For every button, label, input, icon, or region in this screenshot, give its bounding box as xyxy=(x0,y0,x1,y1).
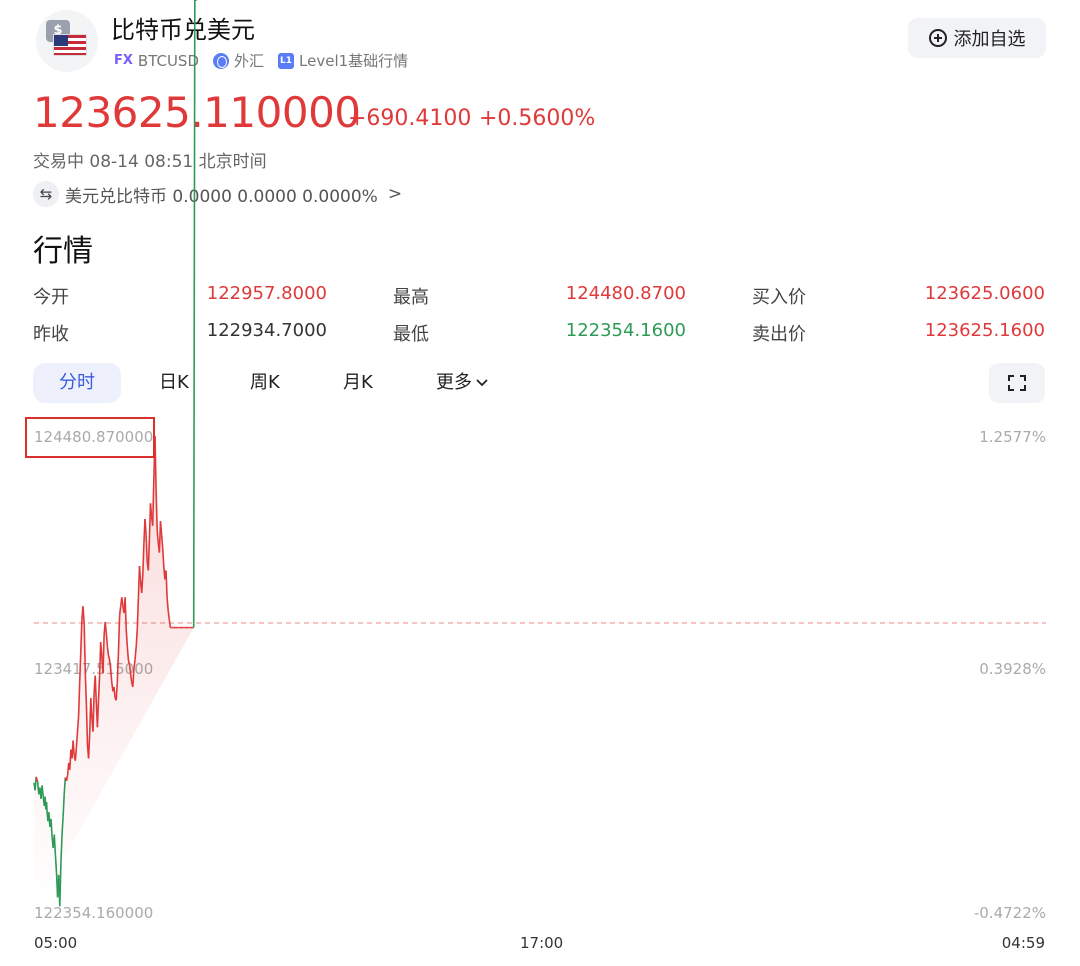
price-line-segment xyxy=(140,574,144,593)
price-line-segment xyxy=(92,693,95,732)
price-line-segment xyxy=(104,621,108,634)
price-line-segment xyxy=(97,675,101,701)
price-area-fill xyxy=(34,436,194,912)
price-line-segment xyxy=(102,635,105,674)
price-line-segment xyxy=(75,731,79,748)
price-line-segment xyxy=(78,651,82,683)
price-line-segment xyxy=(126,646,130,661)
price-line-segment xyxy=(138,565,142,582)
price-line-segment xyxy=(76,715,80,732)
price-line-segment xyxy=(61,816,64,835)
price-line-segment xyxy=(161,548,165,567)
price-line-segment xyxy=(54,854,58,873)
price-line-segment xyxy=(84,673,88,705)
price-line-segment xyxy=(128,664,132,674)
price-line-segment xyxy=(41,785,44,797)
price-line-segment xyxy=(109,668,113,683)
price-line-segment xyxy=(59,863,62,907)
price-line-segment xyxy=(144,518,147,535)
price-line-segment xyxy=(87,733,91,759)
price-line-segment xyxy=(72,740,75,756)
price-line-segment xyxy=(63,777,67,795)
price-line-segment xyxy=(160,534,164,549)
max-value-highlight xyxy=(25,417,155,458)
price-line-segment xyxy=(149,503,153,517)
price-line-segment xyxy=(129,673,133,683)
price-line-segment xyxy=(90,698,93,719)
price-line-segment xyxy=(113,686,116,699)
price-line-segment xyxy=(127,659,131,665)
price-line-segment xyxy=(136,597,140,629)
price-line-segment xyxy=(132,668,135,687)
price-line-segment xyxy=(53,834,57,855)
price-line-segment xyxy=(165,570,168,598)
price-line-segment xyxy=(50,818,53,837)
price-line-segment xyxy=(168,619,172,628)
price-line-segment xyxy=(166,597,169,611)
price-line-segment xyxy=(142,543,145,576)
price-line-segment xyxy=(106,646,110,656)
price-line-segment xyxy=(94,675,98,703)
price-line-segment xyxy=(118,606,122,616)
price-line-segment xyxy=(121,597,124,607)
price-line-segment xyxy=(105,633,109,647)
price-line-segment xyxy=(133,659,136,670)
price-line-segment xyxy=(83,624,87,674)
price-line-segment xyxy=(154,436,157,490)
price-line-segment xyxy=(192,0,196,628)
price-line-segment xyxy=(147,539,151,571)
price-line-segment xyxy=(156,530,160,544)
price-line-segment xyxy=(107,655,111,661)
price-line-segment xyxy=(124,597,127,629)
price-line-segment xyxy=(155,489,158,531)
price-line-segment xyxy=(65,775,69,782)
price-line-segment xyxy=(125,628,129,647)
price-line-segment xyxy=(115,682,119,701)
price-line-segment xyxy=(60,834,63,864)
price-line-segment xyxy=(108,659,112,670)
price-line-segment xyxy=(85,704,89,746)
price-line-segment xyxy=(45,802,49,815)
price-line-segment xyxy=(117,615,121,652)
intraday-chart[interactable] xyxy=(0,0,1080,966)
price-line-segment xyxy=(159,521,163,535)
price-line-segment xyxy=(74,747,78,761)
price-line-segment xyxy=(145,534,148,562)
price-line-segment xyxy=(167,610,171,620)
price-line-segment xyxy=(135,628,139,647)
price-line-segment xyxy=(80,619,83,652)
price-line-segment xyxy=(96,700,100,728)
price-line-segment xyxy=(77,682,81,717)
price-line-segment xyxy=(62,794,65,817)
